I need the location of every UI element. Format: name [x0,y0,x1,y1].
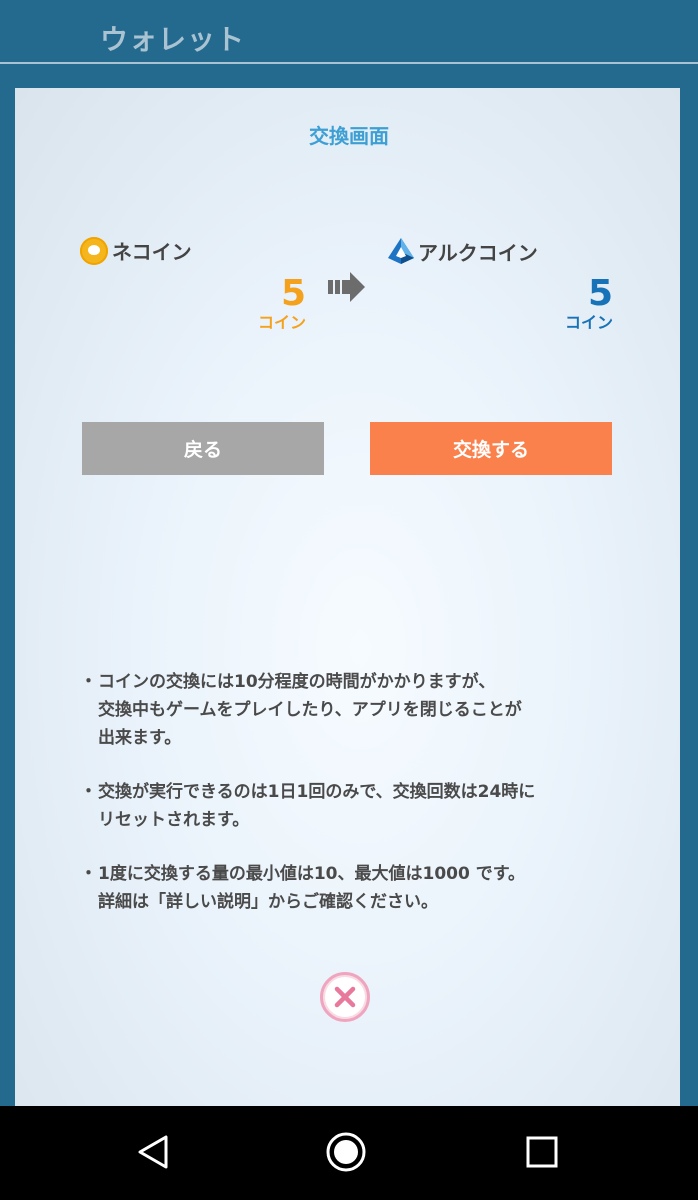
close-icon [334,986,356,1008]
system-nav-bar [0,1106,698,1200]
to-coin-name: アルクコイン [418,240,538,265]
nav-recent-icon[interactable] [522,1132,562,1172]
note-item: ・ 交換が実行できるのは1日1回のみで、交換回数は24時に リセットされます。 [80,778,640,834]
from-coin-name: ネコイン [112,240,192,264]
note-bullet: ・ [80,864,97,884]
from-amount-unit: コイン [257,313,306,332]
note-item: ・ コインの交換には10分程度の時間がかかりますが、 交換中もゲームをプレイした… [80,668,640,752]
note-line: コインの交換には10分程度の時間がかかりますが、 [98,672,496,692]
note-line: 交換が実行できるのは1日1回のみで、交換回数は24時に [98,782,536,802]
page-title: ウォレット [100,23,246,56]
to-amount: 5 コイン [565,274,613,332]
app-header: ウォレット [0,0,698,64]
note-item: ・ 1度に交換する量の最小値は10、最大値は1000 です。 詳細は「詳しい説明… [80,860,640,916]
back-button[interactable]: 戻る [82,422,324,475]
arrow-right-icon [328,272,365,302]
note-bullet: ・ [80,782,97,802]
from-amount-value: 5 [280,273,306,314]
nav-home-icon[interactable] [326,1132,366,1172]
note-bullet: ・ [80,672,97,692]
note-line: 詳細は「詳しい説明」からご確認ください。 [98,892,438,912]
from-coin-header: ネコイン [80,236,192,265]
exchange-title: 交換画面 [309,124,389,148]
to-amount-value: 5 [587,273,613,314]
to-coin-header: アルクコイン [386,236,538,266]
nav-back-icon[interactable] [134,1132,174,1172]
notes-list: ・ コインの交換には10分程度の時間がかかりますが、 交換中もゲームをプレイした… [80,668,640,942]
note-line: 交換中もゲームをプレイしたり、アプリを閉じることが [98,700,522,720]
close-button[interactable] [320,972,370,1022]
note-line: 出来ます。 [98,728,182,748]
neko-coin-icon [80,236,108,265]
arc-coin-icon [388,238,414,264]
from-amount: 5 コイン [258,274,306,332]
exchange-button[interactable]: 交換する [370,422,612,475]
note-line: 1度に交換する量の最小値は10、最大値は1000 です。 [98,864,526,884]
note-line: リセットされます。 [98,810,250,830]
to-amount-unit: コイン [564,313,613,332]
